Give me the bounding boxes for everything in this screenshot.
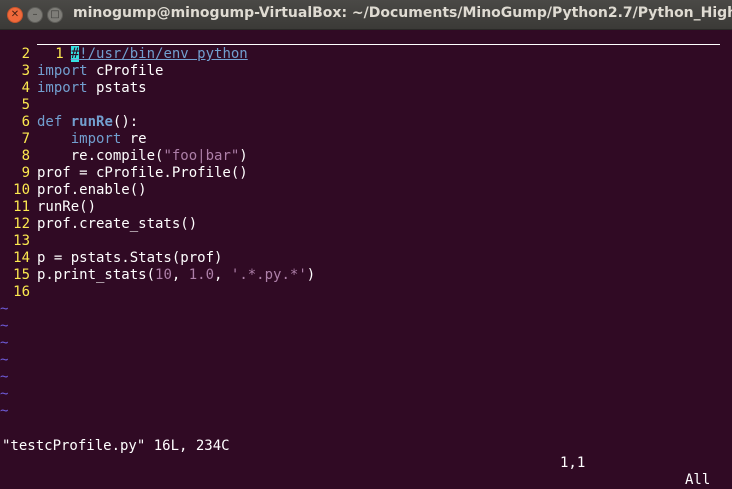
- code-line[interactable]: 4 import pstats: [0, 80, 732, 97]
- tilde-marker: ~: [0, 318, 9, 334]
- code-line[interactable]: 5: [0, 97, 732, 114]
- code-text: prof.enable(): [37, 182, 147, 198]
- line-number: 13: [13, 233, 30, 249]
- window-title: minogump@minogump-VirtualBox: ~/Document…: [73, 5, 732, 21]
- code-text: p.print_stats(10, 1.0, '.*.py.*'): [37, 267, 316, 283]
- status-cursor-position: 1,1: [560, 455, 586, 471]
- line-number: 9: [21, 165, 30, 181]
- code-line[interactable]: 1 #!/usr/bin/env python: [0, 29, 732, 62]
- code-line[interactable]: 3 import cProfile: [0, 63, 732, 80]
- code-line[interactable]: 13: [0, 233, 732, 250]
- tilde-marker: ~: [0, 335, 9, 351]
- code-line[interactable]: 10 prof.enable(): [0, 182, 732, 199]
- code-line[interactable]: 6 def runRe():: [0, 114, 732, 131]
- tilde-marker: ~: [0, 386, 9, 402]
- line-number: 15: [13, 267, 30, 283]
- line-number: 16: [13, 284, 30, 300]
- line-number: 14: [13, 250, 30, 266]
- cursorline-underline: [37, 44, 720, 45]
- code-text: def runRe():: [37, 114, 139, 130]
- vim-editor[interactable]: 1 #!/usr/bin/env python 2 3 import cProfil…: [0, 29, 732, 421]
- code-text: p = pstats.Stats(prof): [37, 250, 223, 266]
- line-number: 4: [21, 80, 30, 96]
- tilde-marker: ~: [0, 403, 9, 419]
- empty-buffer-markers: ~ ~ ~ ~ ~ ~ ~: [0, 301, 732, 420]
- tilde-marker: ~: [0, 301, 9, 317]
- tilde-marker: ~: [0, 369, 9, 385]
- code-text: import re: [70, 131, 147, 147]
- line-number: 2: [21, 46, 30, 62]
- line-number: 10: [13, 182, 30, 198]
- vim-statusline: "testcProfile.py" 16L, 234C 1,1 All: [0, 421, 732, 488]
- close-icon[interactable]: ✕: [7, 7, 23, 23]
- line-number: 12: [13, 216, 30, 232]
- code-line[interactable]: 2: [0, 46, 732, 63]
- code-text: runRe(): [37, 199, 97, 215]
- code-text: prof = cProfile.Profile(): [37, 165, 248, 181]
- code-line[interactable]: 14 p = pstats.Stats(prof): [0, 250, 732, 267]
- window-titlebar[interactable]: ✕ – □ minogump@minogump-VirtualBox: ~/Do…: [0, 0, 732, 30]
- code-line[interactable]: 7 import re: [0, 131, 732, 148]
- code-text: import cProfile: [37, 63, 164, 79]
- tilde-marker: ~: [0, 352, 9, 368]
- line-number: 6: [21, 114, 30, 130]
- line-number: 8: [21, 148, 30, 164]
- line-number: 7: [21, 131, 30, 147]
- status-file-info: "testcProfile.py" 16L, 234C: [2, 438, 230, 454]
- code-line[interactable]: 16: [0, 284, 732, 301]
- code-text: prof.create_stats(): [37, 216, 198, 232]
- code-line[interactable]: 11 runRe(): [0, 199, 732, 216]
- minimize-icon[interactable]: –: [27, 7, 43, 23]
- maximize-icon[interactable]: □: [47, 7, 63, 23]
- status-scroll-indicator: All: [685, 472, 711, 488]
- code-line[interactable]: 15 p.print_stats(10, 1.0, '.*.py.*'): [0, 267, 732, 284]
- line-number: 5: [21, 97, 30, 113]
- line-number: 3: [21, 63, 30, 79]
- code-text: re.compile("foo|bar"): [37, 148, 248, 164]
- line-number: 11: [13, 199, 30, 215]
- code-text: import pstats: [37, 80, 147, 96]
- code-line[interactable]: 9 prof = cProfile.Profile(): [0, 165, 732, 182]
- code-line[interactable]: 12 prof.create_stats(): [0, 216, 732, 233]
- code-line[interactable]: 8 re.compile("foo|bar"): [0, 148, 732, 165]
